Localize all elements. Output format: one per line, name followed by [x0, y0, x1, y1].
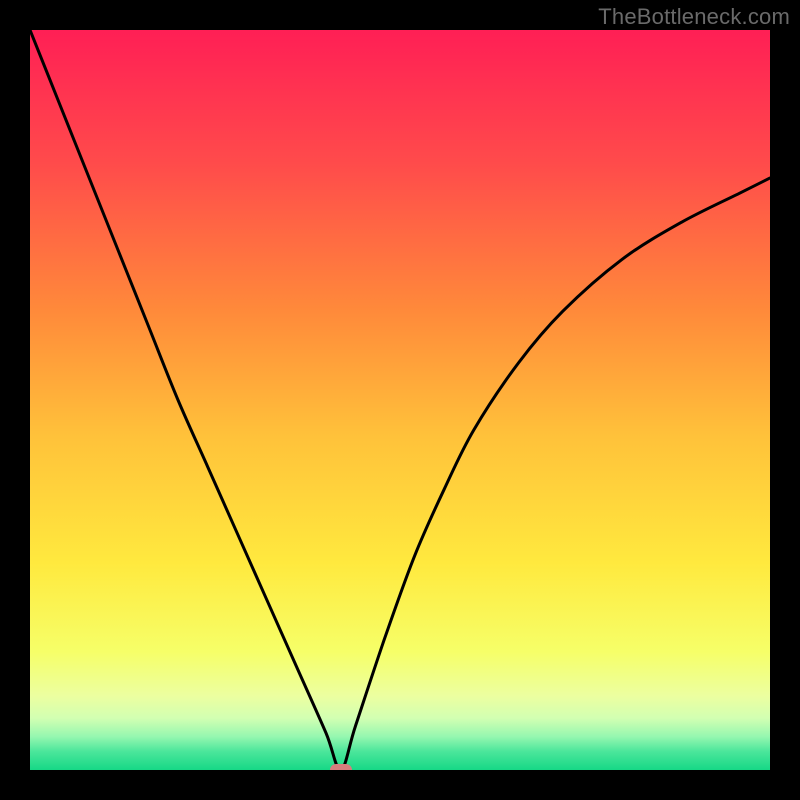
watermark-text: TheBottleneck.com [598, 4, 790, 30]
bottleneck-curve [30, 30, 770, 770]
chart-frame: TheBottleneck.com [0, 0, 800, 800]
minimum-marker [330, 764, 352, 770]
plot-area [30, 30, 770, 770]
